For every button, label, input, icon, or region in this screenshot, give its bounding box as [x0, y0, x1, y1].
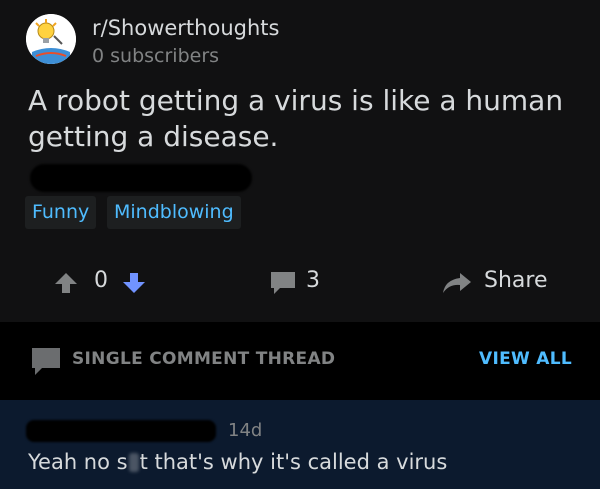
- share-arrow-icon: [442, 272, 472, 298]
- post-title[interactable]: A robot getting a virus is like a human …: [28, 83, 588, 155]
- comment-text-after: t that's why it's called a virus: [139, 450, 448, 474]
- subreddit-avatar[interactable]: [26, 14, 76, 64]
- comment-timestamp: 14d: [228, 420, 263, 441]
- comment-count: 3: [306, 268, 320, 293]
- comment-thread-icon: [30, 346, 62, 382]
- share-label: Share: [484, 268, 548, 293]
- view-all-button[interactable]: VIEW ALL: [479, 349, 572, 369]
- single-comment-thread-label: SINGLE COMMENT THREAD: [72, 349, 336, 369]
- downvote-arrow-icon[interactable]: [122, 272, 146, 298]
- vote-count: 0: [94, 268, 108, 293]
- censored-word-blur: [128, 453, 139, 472]
- flair-funny[interactable]: Funny: [25, 196, 97, 229]
- post-card[interactable]: r/Showerthoughts 0 subscribers A robot g…: [0, 0, 600, 322]
- subscriber-count: 0 subscribers: [92, 45, 220, 67]
- comment-text[interactable]: Yeah no s t that's why it's called a viru…: [28, 450, 447, 474]
- post-action-bar: 0 3 Share: [0, 256, 600, 308]
- highlighted-comment[interactable]: 14d Yeah no s t that's why it's called a …: [0, 400, 600, 489]
- comment-text-before: Yeah no s: [28, 450, 128, 474]
- lightbulb-icon: [26, 14, 76, 64]
- redacted-author-block: [30, 164, 252, 192]
- redacted-commenter-name: [26, 420, 216, 442]
- comment-bubble-icon: [270, 271, 296, 299]
- app-root: r/Showerthoughts 0 subscribers A robot g…: [0, 0, 600, 489]
- single-comment-thread-bar: SINGLE COMMENT THREAD VIEW ALL: [0, 322, 600, 400]
- upvote-arrow-icon[interactable]: [54, 272, 78, 298]
- flair-mindblowing[interactable]: Mindblowing: [107, 196, 241, 229]
- subreddit-name[interactable]: r/Showerthoughts: [92, 16, 279, 40]
